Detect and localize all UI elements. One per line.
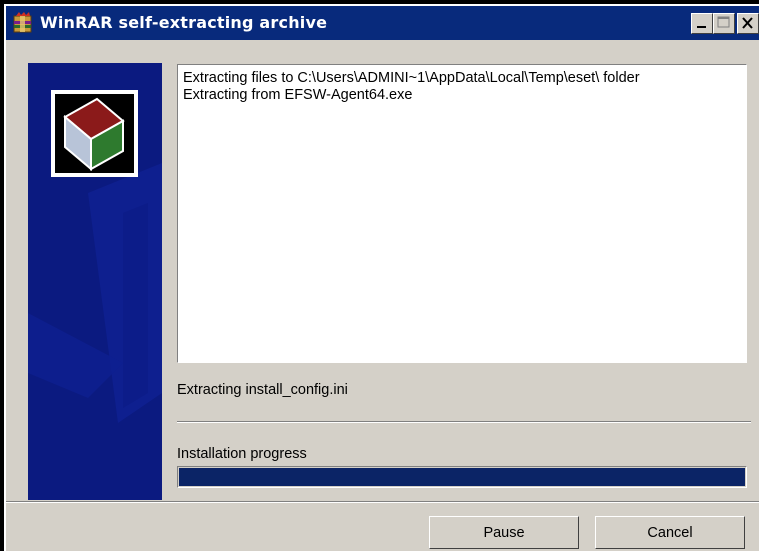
- archive-box-icon: [63, 97, 125, 172]
- title-bar[interactable]: WinRAR self-extracting archive: [6, 6, 759, 40]
- divider: [177, 421, 751, 423]
- current-file-status: Extracting install_config.ini: [177, 382, 348, 398]
- close-button[interactable]: [737, 13, 759, 34]
- sidebar-banner: [28, 63, 162, 500]
- minimize-button[interactable]: [691, 13, 713, 34]
- winrar-sfx-window: WinRAR self-extracting archive Extractin…: [4, 4, 759, 551]
- divider: [6, 501, 759, 503]
- window-title: WinRAR self-extracting archive: [40, 13, 328, 32]
- progress-label: Installation progress: [177, 446, 307, 462]
- progress-fill: [179, 468, 745, 486]
- minimize-icon: [697, 26, 706, 28]
- installation-progress-bar: [177, 466, 747, 488]
- archive-logo: [51, 90, 138, 177]
- log-line: Extracting from EFSW-Agent64.exe: [183, 87, 413, 103]
- cancel-button[interactable]: Cancel: [595, 516, 745, 549]
- maximize-button[interactable]: [713, 13, 735, 34]
- extraction-log[interactable]: Extracting files to C:\Users\ADMINI~1\Ap…: [177, 64, 747, 363]
- winrar-archive-icon: [12, 12, 34, 34]
- close-icon: [742, 17, 753, 29]
- log-line: Extracting files to C:\Users\ADMINI~1\Ap…: [183, 70, 640, 86]
- maximize-icon: [717, 16, 730, 28]
- pause-button[interactable]: Pause: [429, 516, 579, 549]
